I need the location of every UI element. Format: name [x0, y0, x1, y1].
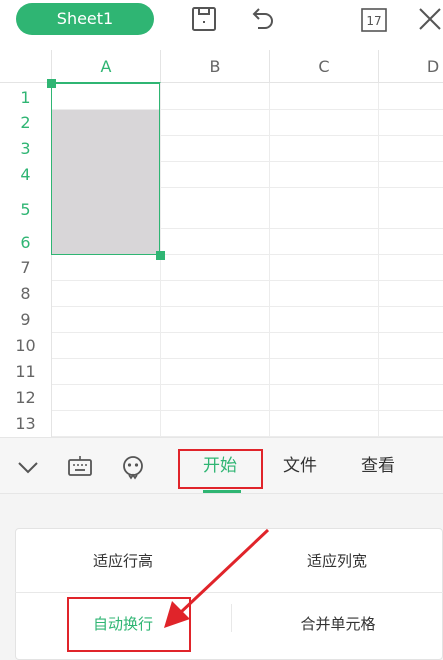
sheet-tab[interactable]: Sheet1 — [16, 3, 154, 35]
column-header-d[interactable]: D — [379, 50, 443, 83]
row-header-11[interactable]: 11 — [0, 359, 52, 385]
save-icon[interactable] — [188, 3, 220, 35]
row-header-4[interactable]: 4 — [0, 162, 52, 188]
column-header-a[interactable]: A — [52, 50, 161, 83]
collapse-icon[interactable] — [15, 454, 41, 480]
grid-line — [52, 358, 443, 359]
grid-line — [52, 384, 443, 385]
close-icon[interactable] — [414, 3, 443, 35]
grid-line — [52, 332, 443, 333]
grid-line — [52, 306, 443, 307]
fit-column-width-button[interactable]: 适应列宽 — [305, 551, 369, 571]
merge-cells-button[interactable]: 合并单元格 — [298, 614, 378, 634]
row-header-8[interactable]: 8 — [0, 281, 52, 307]
annotation-arrow — [164, 528, 270, 628]
column-header-b[interactable]: B — [161, 50, 270, 83]
annotation-highlight-tab — [178, 449, 263, 489]
active-tab-indicator — [203, 490, 241, 493]
row-header-12[interactable]: 12 — [0, 385, 52, 411]
tab-view[interactable]: 查看 — [361, 438, 395, 495]
emoji-icon[interactable] — [119, 453, 147, 481]
grid-line — [52, 280, 443, 281]
calendar-day: 17 — [366, 14, 381, 28]
grid-line — [52, 410, 443, 411]
fit-row-height-button[interactable]: 适应行高 — [91, 551, 155, 571]
spreadsheet-grid[interactable]: A B C D 1 2 3 4 5 6 7 8 9 10 11 12 13 — [0, 50, 443, 437]
selection-border — [51, 83, 160, 255]
tab-file[interactable]: 文件 — [283, 438, 317, 495]
row-header-3[interactable]: 3 — [0, 136, 52, 162]
undo-icon[interactable] — [246, 3, 278, 35]
row-header-6[interactable]: 6 — [0, 229, 52, 255]
row-header-13[interactable]: 13 — [0, 411, 52, 437]
row-header-9[interactable]: 9 — [0, 307, 52, 333]
selection-start-handle[interactable] — [47, 79, 56, 88]
keyboard-icon[interactable] — [66, 453, 94, 481]
select-all-corner[interactable] — [0, 50, 52, 83]
column-header-c[interactable]: C — [270, 50, 379, 83]
row-header-1[interactable]: 1 — [0, 83, 52, 110]
row-header-10[interactable]: 10 — [0, 333, 52, 359]
row-header-7[interactable]: 7 — [0, 255, 52, 281]
row-header-2[interactable]: 2 — [0, 110, 52, 136]
selection-end-handle[interactable] — [156, 251, 165, 260]
calendar-icon[interactable]: 17 — [358, 3, 390, 35]
top-bar: Sheet1 17 — [0, 0, 443, 38]
row-header-5[interactable]: 5 — [0, 188, 52, 229]
